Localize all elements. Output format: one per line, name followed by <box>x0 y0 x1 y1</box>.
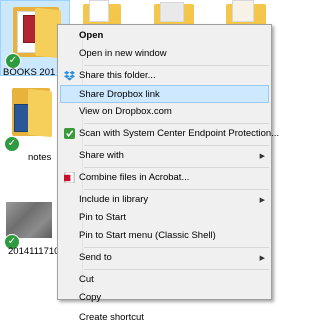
menu-item-scan-endpoint-protection[interactable]: Scan with System Center Endpoint Protect… <box>60 125 279 143</box>
menu-item-open-in-new-window[interactable]: Open in new window <box>60 45 269 63</box>
acrobat-icon <box>64 172 75 183</box>
folder-label: notes <box>28 152 52 163</box>
menu-item-include-in-library[interactable]: Include in library ▶ <box>60 191 269 209</box>
menu-separator <box>84 247 269 248</box>
menu-item-create-shortcut[interactable]: Create shortcut <box>60 309 269 327</box>
menu-item-pin-to-start-classic-shell[interactable]: Pin to Start menu (Classic Shell) <box>60 227 269 245</box>
submenu-arrow-icon: ▶ <box>259 196 265 204</box>
folder-item[interactable] <box>150 0 210 26</box>
menu-item-combine-in-acrobat[interactable]: Combine files in Acrobat... <box>60 169 269 187</box>
menu-item-send-to[interactable]: Send to ▶ <box>60 249 269 267</box>
menu-item-share-dropbox-link[interactable]: Share Dropbox link <box>60 85 269 103</box>
menu-separator <box>84 269 269 270</box>
submenu-arrow-icon: ▶ <box>259 254 265 262</box>
context-menu: Open Open in new window Share this folde… <box>57 24 279 323</box>
menu-separator <box>84 123 269 124</box>
menu-item-view-on-dropbox[interactable]: View on Dropbox.com <box>60 103 269 121</box>
menu-separator <box>84 167 269 168</box>
image-thumbnail <box>6 202 52 238</box>
endpoint-protection-icon <box>64 128 75 139</box>
menu-item-pin-to-start[interactable]: Pin to Start <box>60 209 269 227</box>
menu-item-copy[interactable]: Copy <box>60 289 269 307</box>
folder-item[interactable] <box>222 0 272 26</box>
menu-item-share-with[interactable]: Share with ▶ <box>60 147 269 165</box>
folder-notes[interactable]: ✓ notes <box>0 82 58 166</box>
image-file-item[interactable]: ✓ 201411171056 <box>0 196 70 260</box>
dropbox-icon <box>64 70 75 81</box>
menu-item-share-this-folder[interactable]: Share this folder... <box>60 67 269 85</box>
folder-label: BOOKS 201 <box>3 67 56 78</box>
menu-separator <box>84 189 269 190</box>
menu-item-cut[interactable]: Cut <box>60 271 269 289</box>
submenu-arrow-icon: ▶ <box>259 152 265 160</box>
folder-item[interactable] <box>75 0 135 26</box>
menu-separator <box>84 145 269 146</box>
menu-item-open[interactable]: Open <box>60 27 269 45</box>
menu-separator <box>84 65 269 66</box>
sync-status-icon: ✓ <box>4 136 20 152</box>
